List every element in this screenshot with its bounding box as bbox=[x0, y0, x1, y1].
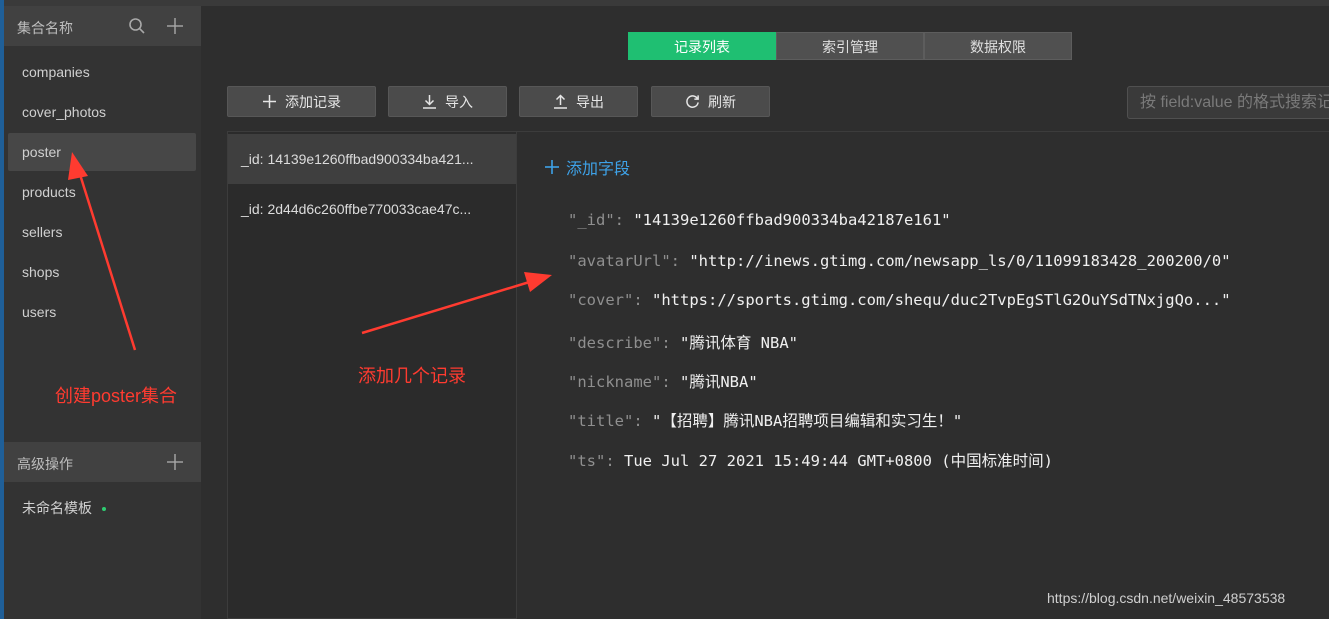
field-key: "ts" bbox=[568, 452, 606, 470]
tab-data-permissions[interactable]: 数据权限 bbox=[924, 32, 1072, 60]
import-button[interactable]: 导入 bbox=[388, 86, 507, 117]
collection-item-products[interactable]: products bbox=[8, 173, 196, 211]
record-item[interactable]: _id: 14139e1260ffbad900334ba421... bbox=[228, 134, 516, 184]
field-row-id[interactable]: "_id": "14139e1260ffbad900334ba42187e161… bbox=[568, 211, 951, 229]
field-value: "腾讯体育 NBA" bbox=[680, 334, 798, 352]
advanced-ops-header: 高级操作 bbox=[4, 442, 201, 482]
field-key: "_id" bbox=[568, 211, 615, 229]
field-value: "腾讯NBA" bbox=[680, 373, 758, 391]
collection-item-poster[interactable]: poster bbox=[8, 133, 196, 171]
download-icon bbox=[423, 95, 436, 109]
field-row-title[interactable]: "title": "【招聘】腾讯NBA招聘项目编辑和实习生！" bbox=[568, 409, 962, 431]
watermark: https://blog.csdn.net/weixin_48573538 bbox=[1047, 590, 1286, 606]
collection-item-cover-photos[interactable]: cover_photos bbox=[8, 93, 196, 131]
annotation-add-records: 添加几个记录 bbox=[358, 366, 466, 386]
refresh-icon bbox=[686, 95, 699, 108]
field-row-describe[interactable]: "describe": "腾讯体育 NBA" bbox=[568, 331, 798, 353]
advanced-ops-title: 高级操作 bbox=[17, 456, 73, 472]
collection-item-sellers[interactable]: sellers bbox=[8, 213, 196, 251]
collection-header-title: 集合名称 bbox=[17, 20, 73, 36]
plus-icon bbox=[263, 95, 276, 108]
collection-item-users[interactable]: users bbox=[8, 293, 196, 331]
annotation-create-collection: 创建poster集合 bbox=[55, 386, 178, 406]
export-button[interactable]: 导出 bbox=[519, 86, 638, 117]
record-search-input[interactable]: 按 field:value 的格式搜索记 bbox=[1127, 86, 1329, 119]
record-item[interactable]: _id: 2d44d6c260ffbe770033cae47c... bbox=[228, 184, 516, 234]
template-label: 未命名模板 bbox=[22, 500, 92, 516]
add-record-label: 添加记录 bbox=[285, 93, 341, 110]
field-row-ts[interactable]: "ts": Tue Jul 27 2021 15:49:44 GMT+0800 … bbox=[568, 449, 1053, 471]
collection-item-shops[interactable]: shops bbox=[8, 253, 196, 291]
field-key: "cover" bbox=[568, 291, 634, 309]
field-value: "14139e1260ffbad900334ba42187e161" bbox=[633, 211, 951, 229]
field-value: Tue Jul 27 2021 15:49:44 GMT+0800 (中国标准时… bbox=[624, 452, 1053, 470]
collection-header: 集合名称 bbox=[4, 6, 201, 46]
field-value: "http://inews.gtimg.com/newsapp_ls/0/110… bbox=[689, 252, 1231, 270]
refresh-button[interactable]: 刷新 bbox=[651, 86, 770, 117]
tab-index-management[interactable]: 索引管理 bbox=[776, 32, 924, 60]
export-label: 导出 bbox=[576, 93, 604, 110]
field-row-avatarurl[interactable]: "avatarUrl": "http://inews.gtimg.com/new… bbox=[568, 252, 1231, 270]
status-dot-icon bbox=[102, 507, 106, 512]
add-collection-icon[interactable] bbox=[166, 17, 184, 35]
field-key: "title" bbox=[568, 412, 634, 430]
refresh-label: 刷新 bbox=[708, 93, 736, 110]
field-value: "【招聘】腾讯NBA招聘项目编辑和实习生！" bbox=[652, 412, 963, 430]
search-icon[interactable] bbox=[128, 17, 146, 35]
field-key: "nickname" bbox=[568, 373, 662, 391]
add-template-icon[interactable] bbox=[166, 453, 184, 471]
field-row-nickname[interactable]: "nickname": "腾讯NBA" bbox=[568, 370, 758, 392]
plus-icon bbox=[545, 160, 559, 174]
field-key: "avatarUrl" bbox=[568, 252, 671, 270]
field-key: "describe" bbox=[568, 334, 662, 352]
field-row-cover[interactable]: "cover": "https://sports.gtimg.com/shequ… bbox=[568, 291, 1231, 309]
add-field-label: 添加字段 bbox=[566, 161, 631, 178]
tab-record-list[interactable]: 记录列表 bbox=[628, 32, 776, 60]
add-record-button[interactable]: 添加记录 bbox=[227, 86, 376, 117]
add-field-button[interactable]: 添加字段 bbox=[544, 155, 630, 179]
field-value: "https://sports.gtimg.com/shequ/duc2TvpE… bbox=[652, 291, 1231, 309]
view-tabs: 记录列表 索引管理 数据权限 bbox=[628, 32, 1072, 60]
upload-icon bbox=[554, 94, 567, 109]
template-item[interactable]: 未命名模板 bbox=[22, 498, 106, 518]
collection-item-companies[interactable]: companies bbox=[8, 53, 196, 91]
collection-sidebar: 集合名称 companies cover_photos poster produ… bbox=[4, 6, 201, 619]
import-label: 导入 bbox=[445, 93, 473, 110]
